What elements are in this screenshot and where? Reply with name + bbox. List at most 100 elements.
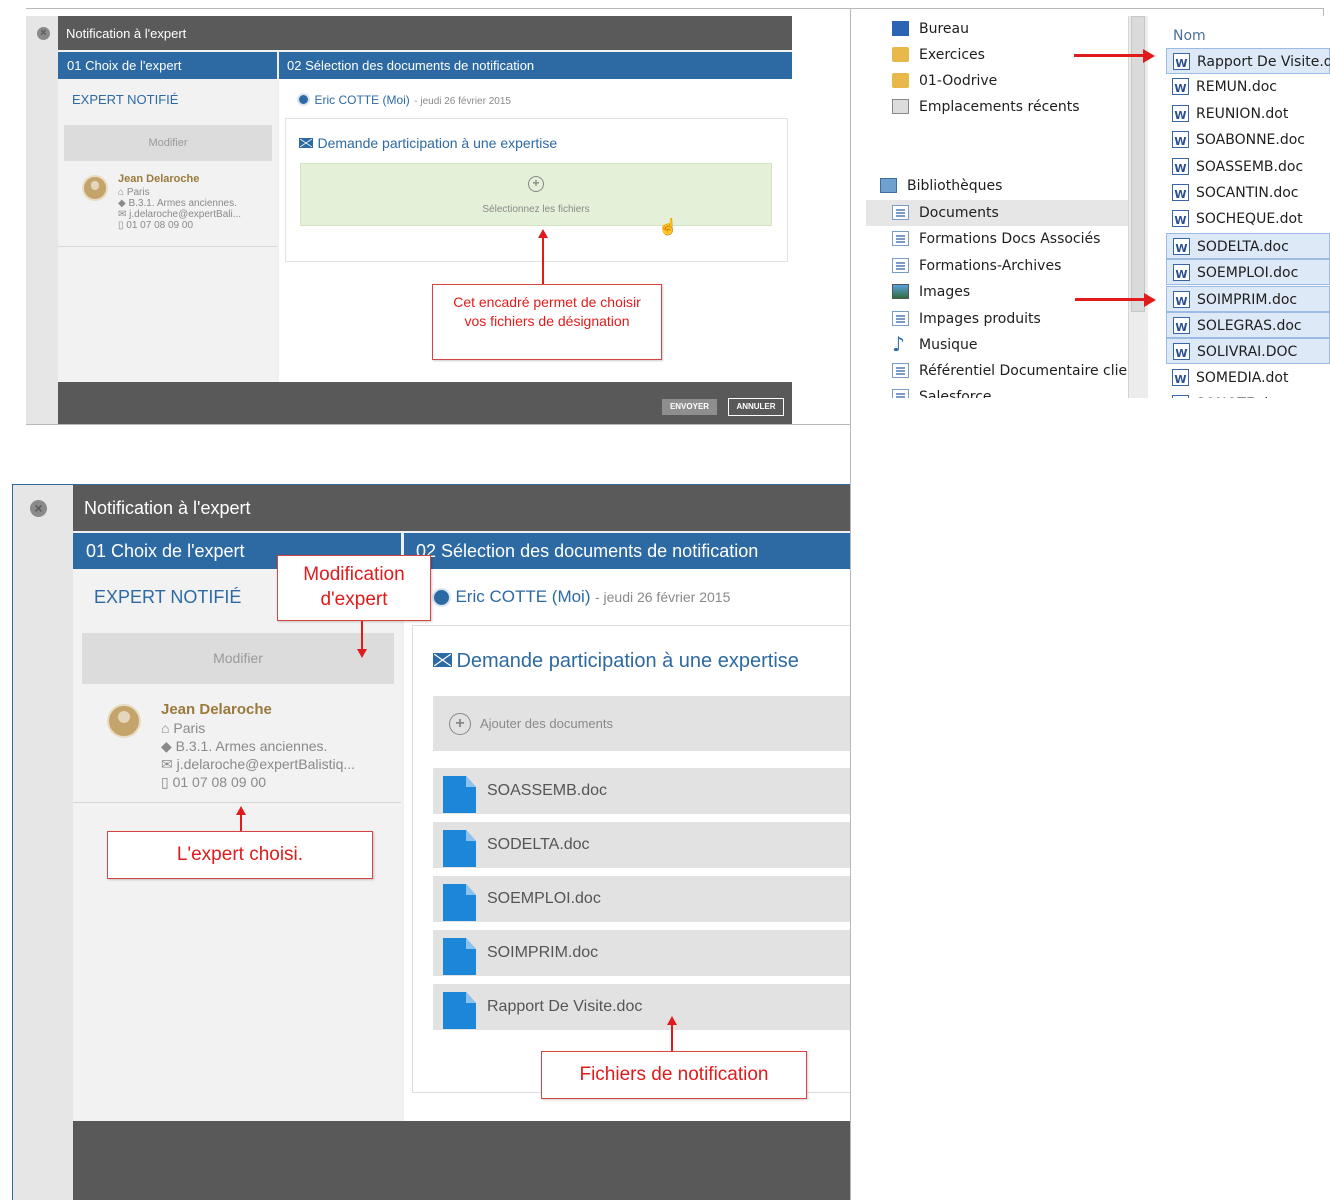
file-row[interactable]: Rapport De Visite.doc: [1166, 48, 1330, 77]
request-title: Demande participation à une expertise: [456, 650, 799, 672]
file-name: Rapport De Visite.doc: [1197, 54, 1330, 70]
document-row[interactable]: SOASSEMB.doc: [433, 768, 850, 814]
file-row[interactable]: SOMEDIA.dot: [1166, 365, 1330, 393]
expert-name: Jean Delaroche: [161, 701, 272, 718]
callout-select-files: Cet encadré permet de choisir vos fichie…: [432, 284, 662, 360]
expert-divider: [73, 802, 401, 803]
library-icon: [892, 389, 909, 398]
file-name: SOEMPLOI.doc: [1197, 265, 1299, 282]
desktop-icon: [892, 21, 909, 36]
callout-expert-arrow-head: [236, 806, 246, 815]
close-icon[interactable]: ×: [37, 27, 50, 40]
nav-label: Référentiel Documentaire client: [919, 363, 1142, 379]
nav-label: 01-Oodrive: [919, 73, 998, 89]
user-icon: [297, 93, 310, 107]
frame-mid-line: [26, 424, 850, 425]
explorer-arrow-top-head: [1143, 49, 1155, 63]
expert-city: ⌂ Paris: [118, 187, 150, 198]
expert-name: Jean Delaroche: [118, 173, 200, 185]
file-row[interactable]: REUNION.dot: [1166, 101, 1330, 129]
file-name: SONOTE.doc: [1196, 391, 1284, 398]
col1-header: 01 Choix de l'expert: [58, 52, 277, 79]
expert-phone: ▯ 01 07 08 09 00: [161, 774, 266, 791]
document-name: Rapport De Visite.doc: [487, 998, 643, 1015]
dialog-title-bar: Notification à l'expert: [73, 485, 850, 531]
expert-speciality: ◆ B.3.1. Armes anciennes.: [161, 738, 327, 755]
document-name: SOEMPLOI.doc: [487, 890, 601, 907]
dialog-title: Notification à l'expert: [84, 498, 251, 518]
file-row[interactable]: SOCHEQUE.dot: [1166, 206, 1330, 234]
file-row[interactable]: SODELTA.doc: [1166, 232, 1330, 262]
nav-scrollbar[interactable]: [1128, 16, 1148, 398]
file-row[interactable]: SOEMPLOI.doc: [1166, 259, 1330, 288]
word-doc-icon: [1173, 289, 1190, 315]
file-row[interactable]: SOCANTIN.doc: [1166, 180, 1330, 208]
file-row[interactable]: SOABONNE.doc: [1166, 127, 1330, 155]
file-name: SOLEGRAS.doc: [1197, 318, 1302, 334]
sender-name: Eric COTTE (Moi): [314, 93, 410, 107]
file-name: SOASSEMB.doc: [1196, 158, 1304, 175]
word-doc-icon: [1172, 208, 1189, 234]
nav-item-documents[interactable]: Documents: [866, 200, 1128, 226]
expert-avatar: [107, 704, 141, 738]
request-title-line: Demande participation à une expertise: [299, 135, 557, 153]
user-icon: [432, 588, 451, 608]
sender-line: Eric COTTE (Moi) - jeudi 26 février 2015: [297, 91, 511, 109]
select-files-dropzone[interactable]: + Sélectionnez les fichiers: [300, 163, 772, 226]
file-row[interactable]: SOLEGRAS.doc: [1166, 312, 1330, 341]
col1-header-label: 01 Choix de l'expert: [67, 58, 182, 73]
document-row[interactable]: SOEMPLOI.doc: [433, 876, 850, 922]
file-row[interactable]: SOLIVRAI.DOC: [1166, 338, 1330, 367]
add-circle-icon: +: [449, 713, 471, 735]
envelope-icon: [433, 653, 452, 667]
documents-icon: [892, 205, 909, 220]
document-name: SOASSEMB.doc: [487, 782, 608, 799]
close-icon[interactable]: ×: [30, 500, 47, 517]
modify-button[interactable]: Modifier: [82, 633, 394, 684]
expert-phone-text: 01 07 08 09 00: [126, 220, 194, 231]
sender-name: Eric COTTE (Moi): [455, 587, 591, 606]
library-icon: [892, 258, 909, 273]
nav-label: Emplacements récents: [919, 99, 1080, 115]
file-row[interactable]: REMUN.doc: [1166, 74, 1330, 102]
sender-line: Eric COTTE (Moi) - jeudi 26 février 2015: [432, 587, 730, 608]
request-card: Demande participation à une expertise + …: [285, 118, 788, 262]
document-row[interactable]: SOIMPRIM.doc: [433, 930, 850, 976]
add-documents-dropzone[interactable]: + Ajouter des documents: [433, 696, 850, 751]
callout-expert-chosen: L'expert choisi.: [107, 831, 373, 879]
bank-icon: ⌂: [118, 187, 127, 198]
word-doc-icon: [1172, 182, 1189, 208]
frame-divider-line: [850, 8, 851, 1200]
word-doc-icon: [1173, 262, 1190, 288]
expert-phone: ▯ 01 07 08 09 00: [118, 220, 193, 231]
callout-files-arrow-stem: [671, 1025, 673, 1051]
nav-label: Bibliothèques: [907, 178, 1003, 194]
word-doc-icon: [1172, 76, 1189, 102]
document-row[interactable]: SODELTA.doc: [433, 822, 850, 868]
file-row[interactable]: SOASSEMB.doc: [1166, 154, 1330, 182]
file-row[interactable]: SOIMPRIM.doc: [1166, 285, 1330, 315]
document-row[interactable]: Rapport De Visite.doc: [433, 984, 850, 1030]
request-title-line: Demande participation à une expertise: [433, 650, 799, 673]
expert-speciality: ◆ B.3.1. Armes anciennes.: [118, 198, 237, 209]
cancel-button[interactable]: ANNULER: [728, 398, 784, 416]
callout-modify-arrow-stem: [361, 621, 363, 649]
file-name: REUNION.dot: [1196, 105, 1289, 122]
small-notification-dialog: × Notification à l'expert 01 Choix de l'…: [26, 16, 792, 424]
folder-icon: [892, 73, 909, 88]
modify-button[interactable]: Modifier: [64, 125, 272, 161]
dialog-title: Notification à l'expert: [66, 26, 187, 41]
col2-header-label: 02 Sélection des documents de notificati…: [287, 58, 535, 73]
column-header-name[interactable]: Nom: [1173, 28, 1206, 44]
callout-modify-expert: Modification d'expert: [277, 555, 431, 621]
expert-avatar: [82, 175, 108, 201]
file-row[interactable]: SONOTE.doc: [1166, 391, 1330, 398]
word-doc-icon: [1173, 341, 1190, 367]
word-doc-icon: [1172, 367, 1189, 393]
file-name: SOCHEQUE.dot: [1196, 211, 1303, 228]
callout-notification-files: Fichiers de notification: [541, 1051, 807, 1099]
nav-label: Formations-Archives: [919, 258, 1062, 274]
expert-email-text: j.delaroche@expertBalistiq...: [176, 756, 356, 772]
send-button[interactable]: ENVOYER: [662, 399, 717, 415]
frame-top-line: [26, 8, 1324, 9]
